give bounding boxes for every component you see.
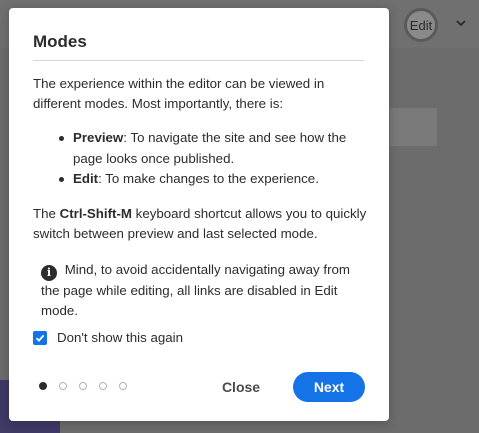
note-text: i Mind, to avoid accidentally navigating… [33, 260, 369, 321]
chevron-down-icon[interactable] [454, 16, 468, 30]
mode-item-preview: Preview: To navigate the site and see ho… [59, 128, 369, 169]
page-dot-2[interactable] [59, 382, 67, 390]
dont-show-again-checkbox[interactable] [33, 330, 47, 345]
dont-show-again-row[interactable]: Don't show this again [33, 330, 183, 345]
mode-name: Edit [73, 171, 99, 186]
dialog-body: The experience within the editor can be … [33, 68, 369, 321]
next-button[interactable]: Next [293, 372, 365, 402]
shortcut-text: The Ctrl-Shift-M keyboard shortcut allow… [33, 204, 369, 244]
mode-toggle-button[interactable]: Edit [404, 8, 438, 42]
intro-text: The experience within the editor can be … [33, 76, 325, 111]
checkmark-icon [35, 334, 45, 342]
close-button[interactable]: Close [219, 372, 263, 402]
mode-description: : To make changes to the experience. [98, 171, 319, 186]
dialog-title: Modes [33, 32, 87, 51]
shortcut-key: Ctrl-Shift-M [59, 205, 132, 221]
modes-dialog: Modes The experience within the editor c… [9, 8, 389, 421]
page-dot-3[interactable] [79, 382, 87, 390]
pagination-dots [39, 382, 127, 390]
editor-panel [390, 108, 437, 146]
page-dot-5[interactable] [119, 382, 127, 390]
mode-item-edit: Edit: To make changes to the experience. [59, 169, 369, 190]
page-dot-1[interactable] [39, 382, 47, 390]
modes-list: Preview: To navigate the site and see ho… [59, 128, 369, 190]
dont-show-again-label[interactable]: Don't show this again [57, 330, 183, 345]
page-dot-4[interactable] [99, 382, 107, 390]
shortcut-prefix: The [33, 205, 60, 221]
title-divider [33, 60, 364, 61]
mode-name: Preview [73, 130, 124, 145]
info-icon: i [41, 264, 57, 281]
note-body: Mind, to avoid accidentally navigating a… [41, 261, 350, 318]
mode-toggle-label: Edit [409, 17, 433, 33]
